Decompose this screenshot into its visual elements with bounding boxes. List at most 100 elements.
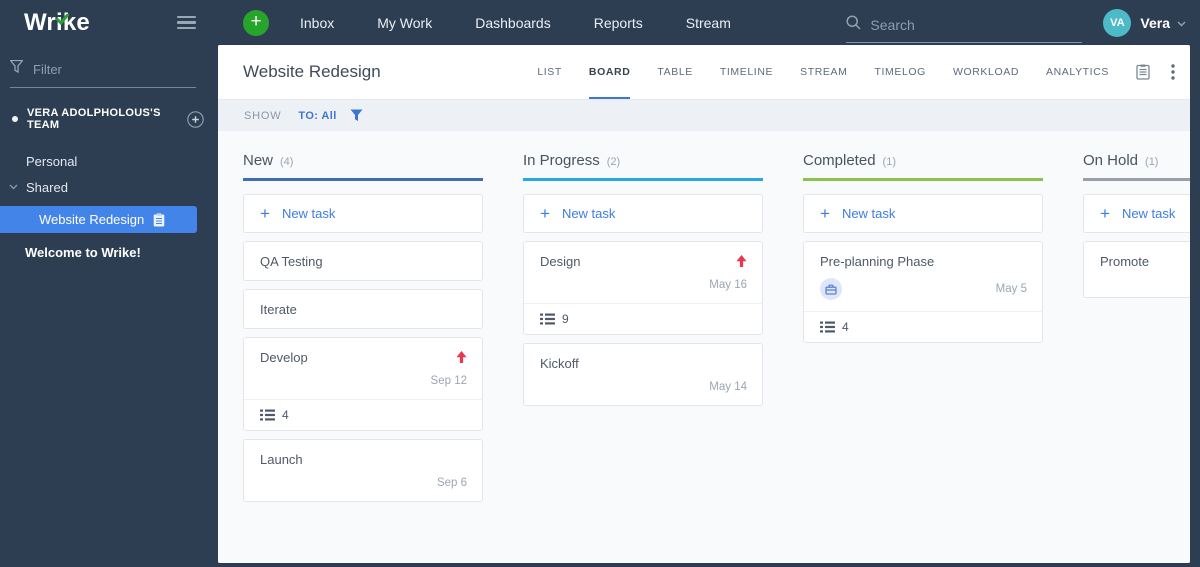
column-header: New (4) (243, 152, 483, 181)
subtasks-icon (260, 409, 275, 421)
card-footer: 4 (244, 399, 482, 430)
plus-icon: + (260, 204, 270, 223)
logo-checkmark-icon (56, 4, 69, 32)
sidebar-item-welcome[interactable]: Welcome to Wrike! (0, 239, 218, 265)
card-body: Pre-planning Phase May 5 (804, 242, 1042, 311)
sidebar-item-shared[interactable]: Shared (0, 174, 218, 200)
panel-details-icon[interactable] (1136, 64, 1150, 80)
card-body: Kickoff May 14 (524, 344, 762, 405)
create-new-button[interactable]: + (243, 9, 269, 36)
task-title: QA Testing (260, 254, 323, 269)
task-card-qa-testing[interactable]: QA Testing (243, 241, 483, 281)
sidebar-item-website-redesign[interactable]: Website Redesign (0, 206, 197, 233)
column-count: (2) (606, 156, 621, 168)
column-header: Completed (1) (803, 152, 1043, 181)
user-avatar[interactable]: VA (1103, 8, 1132, 37)
tab-workload[interactable]: WORKLOAD (953, 45, 1019, 99)
subtasks-icon (540, 313, 555, 325)
filter-funnel-icon (9, 59, 24, 78)
kebab-menu-icon[interactable] (1171, 64, 1175, 80)
nav-item-stream[interactable]: Stream (686, 15, 731, 31)
tab-list[interactable]: LIST (537, 45, 562, 99)
card-body: QA Testing (244, 242, 482, 280)
card-footer: 9 (524, 303, 762, 334)
due-date: May 14 (709, 381, 747, 393)
task-card-promote[interactable]: Promote (1083, 241, 1190, 298)
main-area: + Inbox My Work Dashboards Reports Strea… (218, 0, 1200, 567)
new-task-button[interactable]: + New task (243, 194, 483, 233)
task-card-iterate[interactable]: Iterate (243, 289, 483, 329)
content-panel: Website Redesign LIST BOARD TABLE TIMELI… (218, 45, 1190, 563)
app-window: Wrike VERA ADOLPHOLOUS'S TEAM Personal (0, 0, 1200, 567)
show-to-filter[interactable]: TO: All (298, 110, 336, 122)
new-task-button[interactable]: + New task (523, 194, 763, 233)
task-card-develop[interactable]: Develop Sep 12 4 (243, 337, 483, 431)
task-card-kickoff[interactable]: Kickoff May 14 (523, 343, 763, 406)
add-team-icon[interactable] (187, 110, 204, 128)
priority-flag-icon (736, 255, 747, 267)
nav-item-my-work[interactable]: My Work (377, 15, 432, 31)
panel-header: Website Redesign LIST BOARD TABLE TIMELI… (218, 45, 1190, 100)
plus-icon: + (820, 204, 830, 223)
due-date: Sep 6 (436, 477, 467, 489)
tab-timelog[interactable]: TIMELOG (874, 45, 925, 99)
column-cards: + New task QA Testing Iterate Develop Sep 12 4… (243, 181, 483, 502)
task-title: Iterate (260, 302, 297, 317)
card-body: Develop Sep 12 (244, 338, 482, 399)
nav-item-reports[interactable]: Reports (594, 15, 643, 31)
search-icon (846, 14, 861, 35)
user-menu-chevron-icon[interactable] (1177, 21, 1186, 27)
tab-table[interactable]: TABLE (657, 45, 692, 99)
task-title: Develop (260, 350, 308, 365)
user-name[interactable]: Vera (1140, 15, 1170, 31)
sidebar-top: Wrike (0, 0, 218, 45)
new-task-button[interactable]: + New task (1083, 194, 1190, 233)
subtask-count: 4 (842, 320, 849, 334)
task-title: Launch (260, 452, 303, 467)
subtask-count: 4 (282, 408, 289, 422)
tab-stream[interactable]: STREAM (800, 45, 847, 99)
filter-input[interactable] (33, 61, 173, 77)
tab-timeline[interactable]: TIMELINE (720, 45, 773, 99)
card-meta-row: May 16 (540, 278, 747, 292)
filter-funnel-icon[interactable] (350, 109, 363, 122)
card-body: Promote (1084, 242, 1190, 297)
sidebar-item-label: Shared (26, 179, 68, 195)
search-input[interactable] (870, 16, 1061, 33)
task-card-pre-planning-phase[interactable]: Pre-planning Phase May 5 4 (803, 241, 1043, 343)
column-title: New (243, 152, 274, 169)
column-cards: + New task Design May 16 9 Kickoff May 14 (523, 181, 763, 406)
top-navbar: + Inbox My Work Dashboards Reports Strea… (218, 0, 1200, 45)
card-body: Iterate (244, 290, 482, 328)
card-title-row: Design (540, 254, 747, 269)
page-title: Website Redesign (243, 62, 381, 81)
task-title: Kickoff (540, 356, 579, 371)
sidebar-item-label: Website Redesign (39, 212, 145, 227)
board-column-on-hold: On Hold (1) + New task Promote (1083, 152, 1190, 563)
card-title-row: Pre-planning Phase (820, 254, 1027, 269)
column-cards: + New task Promote (1083, 181, 1190, 298)
new-task-button[interactable]: + New task (803, 194, 1043, 233)
hamburger-menu-icon[interactable] (177, 15, 196, 30)
chevron-down-icon[interactable] (0, 184, 26, 190)
sidebar-filter (9, 59, 196, 88)
new-task-label: New task (561, 206, 616, 221)
board-column-completed: Completed (1) + New task Pre-planning Phase M… (803, 152, 1043, 563)
card-title-row: Iterate (260, 302, 467, 317)
task-card-launch[interactable]: Launch Sep 6 (243, 439, 483, 502)
show-filter-bar: SHOW TO: All (218, 100, 1190, 131)
sidebar-item-personal[interactable]: Personal (0, 148, 218, 174)
column-title: In Progress (523, 152, 600, 169)
team-row[interactable]: VERA ADOLPHOLOUS'S TEAM (12, 107, 204, 131)
card-title-row: Kickoff (540, 356, 747, 371)
task-title: Promote (1100, 254, 1150, 269)
due-date: May 5 (995, 283, 1027, 295)
nav-item-inbox[interactable]: Inbox (300, 15, 334, 31)
tab-board[interactable]: BOARD (588, 45, 631, 99)
sidebar: Wrike VERA ADOLPHOLOUS'S TEAM Personal (0, 0, 218, 567)
new-task-label: New task (1121, 206, 1176, 221)
nav-item-dashboards[interactable]: Dashboards (475, 15, 551, 31)
task-card-design[interactable]: Design May 16 9 (523, 241, 763, 335)
tab-analytics[interactable]: ANALYTICS (1046, 45, 1109, 99)
team-name: VERA ADOLPHOLOUS'S TEAM (27, 107, 161, 131)
